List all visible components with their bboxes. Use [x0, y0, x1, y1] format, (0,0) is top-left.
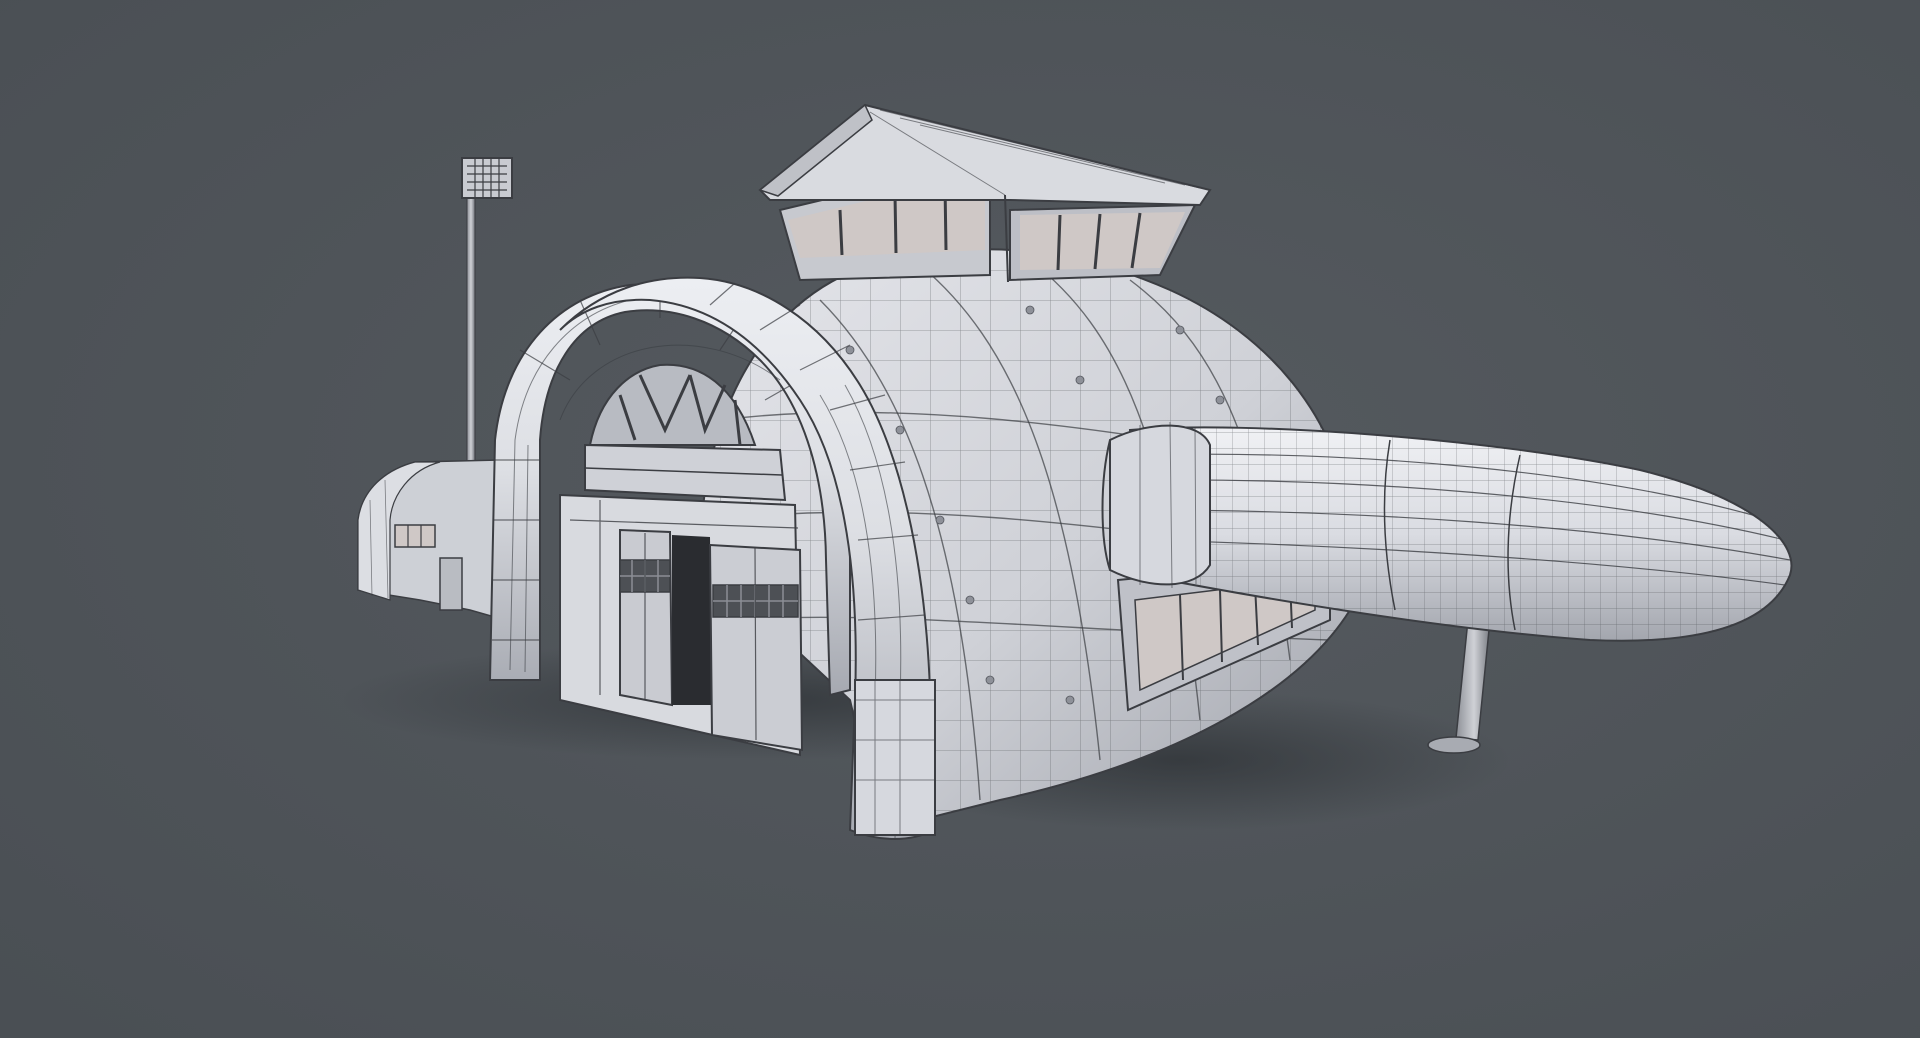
- 3d-viewport[interactable]: [0, 0, 1920, 1038]
- side-annex: [357, 459, 506, 622]
- scene-render: [0, 0, 1920, 1038]
